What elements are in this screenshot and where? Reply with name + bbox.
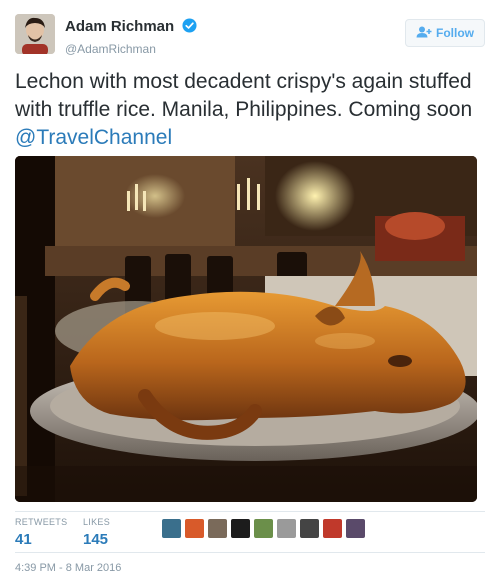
retweets-stat[interactable]: RETWEETS 41 xyxy=(15,517,67,548)
liker-avatar-icon[interactable] xyxy=(185,519,204,538)
liker-avatar-icon[interactable] xyxy=(300,519,319,538)
tweet-text: Lechon with most decadent crispy's again… xyxy=(15,68,485,152)
mention-link[interactable]: @TravelChannel xyxy=(15,126,172,149)
stats-bottom-divider xyxy=(15,552,485,553)
display-name[interactable]: Adam Richman xyxy=(65,18,174,35)
tweet-header: Adam Richman @AdamRichman Follow xyxy=(15,14,485,58)
likes-label: LIKES xyxy=(83,517,111,527)
liker-avatar-icon[interactable] xyxy=(277,519,296,538)
avatar[interactable] xyxy=(15,14,55,54)
stats-top-divider xyxy=(15,511,485,512)
likes-stat[interactable]: LIKES 145 xyxy=(83,517,110,548)
liker-avatar-icon[interactable] xyxy=(231,519,250,538)
liker-avatar-icon[interactable] xyxy=(208,519,227,538)
liker-avatar-icon[interactable] xyxy=(254,519,273,538)
liker-avatar-icon[interactable] xyxy=(346,519,365,538)
likers-avatars xyxy=(162,519,365,538)
retweets-label: RETWEETS xyxy=(15,517,68,527)
add-user-icon xyxy=(416,26,432,41)
profile-photo-icon xyxy=(15,14,55,54)
follow-button-label: Follow xyxy=(436,26,474,40)
tweet-body: Lechon with most decadent crispy's again… xyxy=(15,70,473,121)
tweet-photo[interactable] xyxy=(15,156,477,502)
timestamp[interactable]: 4:39 PM - 8 Mar 2016 xyxy=(15,562,121,574)
follow-button[interactable]: Follow xyxy=(405,19,485,47)
user-names: Adam Richman @AdamRichman xyxy=(65,18,197,56)
user-handle[interactable]: @AdamRichman xyxy=(65,42,197,56)
verified-badge-icon xyxy=(182,18,197,38)
liker-avatar-icon[interactable] xyxy=(162,519,181,538)
retweets-count: 41 xyxy=(15,531,32,548)
likes-count: 145 xyxy=(83,531,109,548)
liker-avatar-icon[interactable] xyxy=(323,519,342,538)
roast-pig-photo xyxy=(15,156,477,502)
